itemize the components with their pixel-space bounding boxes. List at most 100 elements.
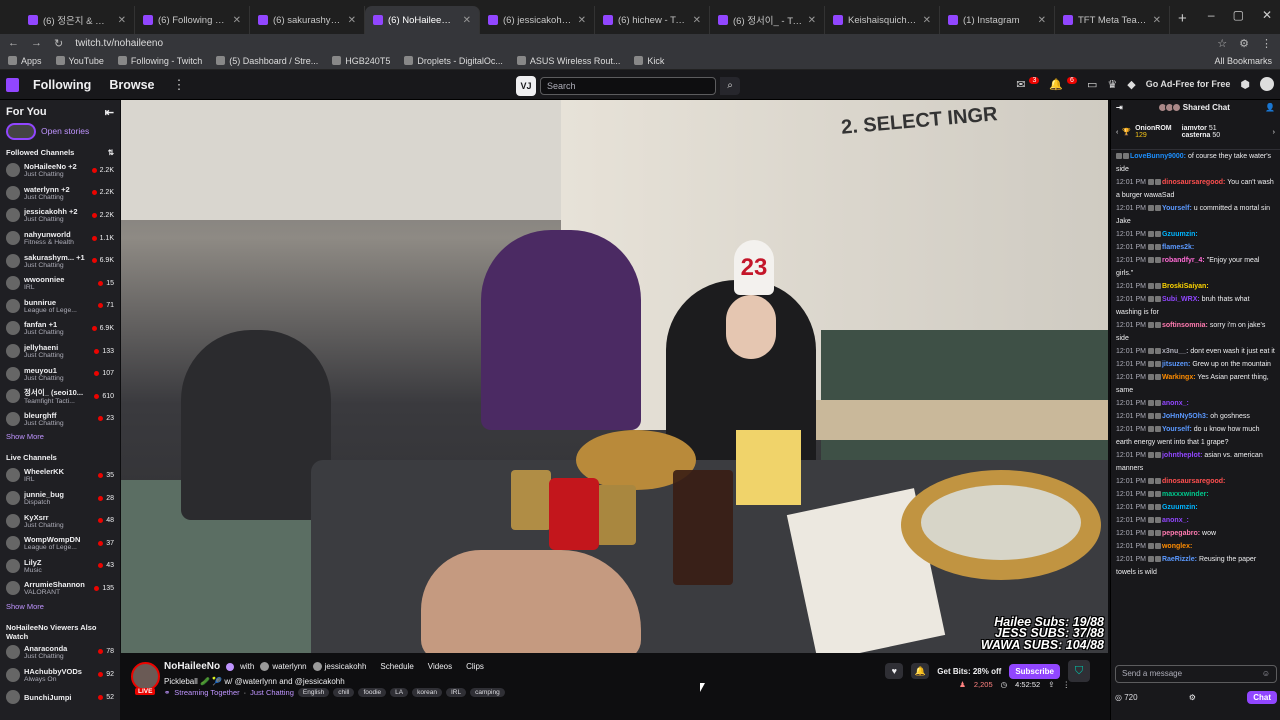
ad-free-button[interactable]: Go Ad-Free for Free: [1146, 79, 1231, 89]
subscribe-button[interactable]: Subscribe: [1009, 663, 1060, 679]
chat-username[interactable]: Subi_WRX:: [1162, 296, 1200, 303]
show-more-live[interactable]: Show More: [0, 600, 120, 617]
inbox-icon[interactable]: ✉: [1016, 78, 1025, 91]
sidebar-channel[interactable]: Anaraconda Just Chatting 78: [0, 641, 120, 664]
category-link[interactable]: Just Chatting: [250, 688, 294, 697]
gift-icon[interactable]: ⛉: [1068, 660, 1090, 682]
bits-icon[interactable]: ◆: [1127, 78, 1135, 91]
chat-username[interactable]: x3nu__:: [1162, 348, 1188, 355]
sidebar-channel[interactable]: bunnirue League of Lege... 71: [0, 295, 120, 318]
video-player[interactable]: 2. SELECT INGR 23 Hailee Subs: 19/88 JES…: [121, 100, 1108, 653]
users-icon[interactable]: 👤: [1265, 103, 1275, 112]
turbo-icon[interactable]: ⬢: [1240, 78, 1250, 91]
close-tab-icon[interactable]: ✕: [1153, 15, 1161, 26]
chat-username[interactable]: maxxxwinder:: [1162, 491, 1209, 498]
bookmark-star-icon[interactable]: ☆: [1217, 37, 1227, 50]
stream-tag[interactable]: korean: [412, 688, 442, 697]
sidebar-channel[interactable]: ArrumieShannon VALORANT 135: [0, 577, 120, 600]
chat-username[interactable]: softinsomnia:: [1162, 322, 1208, 329]
search-input[interactable]: Search: [540, 77, 716, 95]
next-icon[interactable]: ›: [1273, 129, 1275, 136]
close-tab-icon[interactable]: ✕: [923, 15, 931, 26]
show-more-followed[interactable]: Show More: [0, 430, 120, 447]
settings-icon[interactable]: ⚙: [1189, 693, 1196, 702]
browser-tab[interactable]: (6) 정은지 & 서인국 - All For ✕: [20, 6, 135, 34]
bookmark-item[interactable]: Following - Twitch: [117, 56, 202, 66]
sidebar-channel[interactable]: WheelerKK IRL 35: [0, 464, 120, 487]
emote-icon[interactable]: ☺: [1262, 666, 1270, 682]
sidebar-channel[interactable]: wwoonniee IRL 15: [0, 272, 120, 295]
browser-tab[interactable]: (6) NoHaileeNo - Twitch ✕: [365, 6, 480, 34]
close-tab-icon[interactable]: ✕: [348, 15, 356, 26]
search-icon[interactable]: ⌕: [720, 77, 740, 95]
sidebar-channel[interactable]: jessicakohh +2 Just Chatting 2.2K: [0, 204, 120, 227]
nav-following[interactable]: Following: [33, 78, 91, 92]
collapse-sidebar-icon[interactable]: ⇤: [105, 106, 114, 119]
close-tab-icon[interactable]: ✕: [1038, 15, 1046, 26]
sidebar-channel[interactable]: meuyou1 Just Chatting 107: [0, 362, 120, 385]
stream-tag[interactable]: chill: [333, 688, 355, 697]
share-icon[interactable]: ⇪: [1048, 680, 1054, 689]
bookmark-item[interactable]: ASUS Wireless Rout...: [516, 56, 620, 66]
more-options-icon[interactable]: ⋮: [1063, 680, 1071, 689]
sidebar-channel[interactable]: LilyZ Music 43: [0, 555, 120, 578]
videos-link[interactable]: Videos: [428, 662, 452, 671]
twitch-logo-icon[interactable]: [6, 77, 19, 92]
streamer-avatar[interactable]: [131, 662, 160, 691]
sidebar-channel[interactable]: fanfan +1 Just Chatting 6.9K: [0, 317, 120, 340]
streaming-together-label[interactable]: Streaming Together: [174, 688, 239, 697]
chat-username[interactable]: jitsuzen:: [1162, 361, 1190, 368]
extensions-icon[interactable]: ⚙: [1239, 37, 1249, 50]
chat-input[interactable]: Send a message ☺: [1115, 665, 1277, 683]
chat-username[interactable]: anonx_:: [1162, 517, 1189, 524]
close-window-icon[interactable]: ✕: [1262, 8, 1272, 22]
chat-username[interactable]: pepegabro:: [1162, 530, 1200, 537]
close-tab-icon[interactable]: ✕: [578, 15, 586, 26]
menu-icon[interactable]: ⋮: [1261, 37, 1272, 50]
streamer-name[interactable]: NoHaileeNo: [164, 661, 220, 672]
user-avatar[interactable]: [1260, 77, 1274, 91]
close-tab-icon[interactable]: ✕: [233, 15, 241, 26]
open-stories[interactable]: Open stories: [0, 120, 120, 142]
all-bookmarks[interactable]: All Bookmarks: [1214, 56, 1272, 66]
chat-username[interactable]: Gzuumzin:: [1162, 231, 1198, 238]
forward-icon[interactable]: →: [31, 37, 42, 49]
sidebar-channel[interactable]: jellyhaeni Just Chatting 133: [0, 340, 120, 363]
sidebar-channel[interactable]: KyXsrr Just Chatting 48: [0, 509, 120, 532]
back-icon[interactable]: ←: [8, 37, 19, 49]
browser-tab[interactable]: (6) Following - Twitch ✕: [135, 6, 250, 34]
close-tab-icon[interactable]: ✕: [808, 15, 816, 26]
collab-jessicakohh[interactable]: jessicakohh: [312, 662, 366, 671]
notification-bell-icon[interactable]: 🔔: [911, 663, 930, 679]
whispers-icon[interactable]: ▭: [1087, 78, 1097, 91]
browser-tab[interactable]: TFT Meta Team Comps Tier Li ✕: [1055, 6, 1170, 34]
bookmark-item[interactable]: Kick: [634, 56, 664, 66]
bookmark-item[interactable]: HGB240T5: [332, 56, 390, 66]
more-icon[interactable]: ⋮: [172, 77, 185, 93]
sidebar-channel[interactable]: nahyunworld Fitness & Health 1.1K: [0, 227, 120, 250]
collapse-chat-icon[interactable]: ⇥: [1116, 103, 1123, 112]
chat-username[interactable]: wonglex:: [1162, 543, 1192, 550]
schedule-link[interactable]: Schedule: [380, 662, 413, 671]
sidebar-channel[interactable]: junnie_bug Dispatch 28: [0, 487, 120, 510]
sidebar-channel[interactable]: waterlynn +2 Just Chatting 2.2K: [0, 182, 120, 205]
close-tab-icon[interactable]: ✕: [463, 15, 471, 26]
sidebar-channel[interactable]: HAchubbyVODs Always On 92: [0, 663, 120, 686]
chat-username[interactable]: JoHnNy5Oh3:: [1162, 413, 1208, 420]
url-text[interactable]: twitch.tv/nohaileeno: [75, 38, 1205, 49]
sidebar-channel[interactable]: WompWompDN League of Lege... 37: [0, 532, 120, 555]
stream-tag[interactable]: LA: [390, 688, 409, 697]
minimize-icon[interactable]: –: [1208, 8, 1215, 22]
new-tab-icon[interactable]: +: [1170, 6, 1195, 34]
prime-crown-icon[interactable]: ♛: [1107, 78, 1117, 91]
chat-send-button[interactable]: Chat: [1247, 690, 1277, 704]
bookmark-item[interactable]: Apps: [8, 56, 42, 66]
sidebar-channel[interactable]: NoHaileeNo +2 Just Chatting 2.2K: [0, 159, 120, 182]
browser-tab[interactable]: (6) hichew - Twitch ✕: [595, 6, 710, 34]
prev-icon[interactable]: ‹: [1116, 129, 1118, 136]
sort-icon[interactable]: ⇅: [108, 148, 114, 157]
close-tab-icon[interactable]: ✕: [693, 15, 701, 26]
sidebar-channel[interactable]: sakurashym... +1 Just Chatting 6.9K: [0, 249, 120, 272]
bookmark-item[interactable]: YouTube: [55, 56, 104, 66]
collab-waterlynn[interactable]: waterlynn: [260, 662, 307, 671]
